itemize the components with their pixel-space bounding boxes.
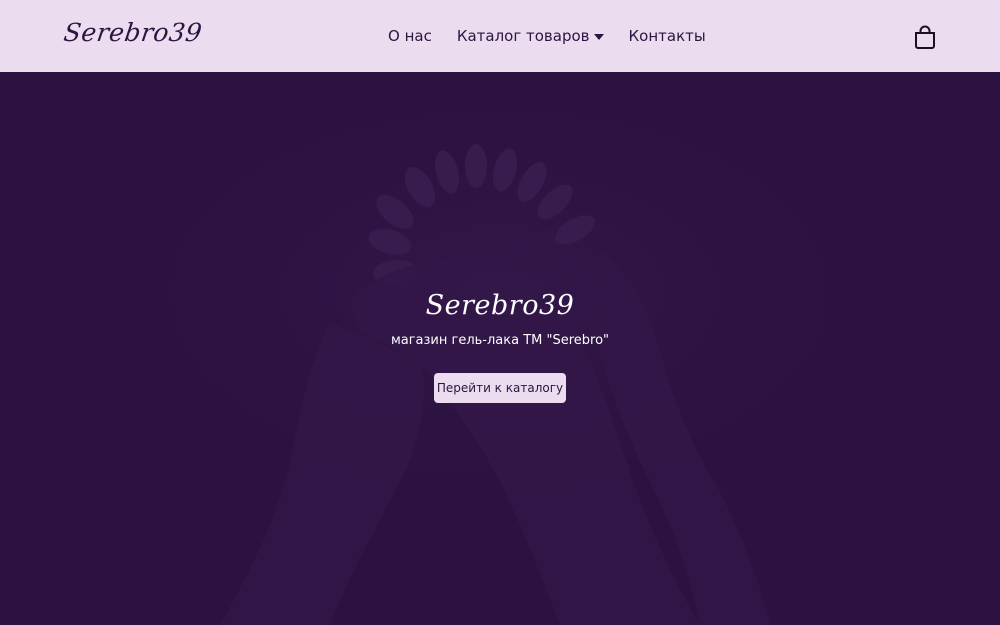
- caret-down-icon: [593, 33, 604, 40]
- nav-link-catalog-label: Каталог товаров: [456, 27, 590, 45]
- hero-title: Serebro39: [425, 290, 575, 321]
- navbar: Serebro39 О нас Каталог товаров Контакты: [0, 0, 1000, 72]
- go-to-catalog-button[interactable]: Перейти к каталогу: [434, 373, 566, 403]
- logo[interactable]: Serebro39: [62, 18, 204, 47]
- nav-link-about[interactable]: О нас: [388, 27, 432, 45]
- nav-link-contacts-label: Контакты: [628, 27, 706, 45]
- shopping-bag-icon[interactable]: [914, 25, 936, 49]
- hero-section: Serebro39 магазин гель-лака ТМ "Serebro"…: [0, 72, 1000, 625]
- hero-subtitle: магазин гель-лака ТМ "Serebro": [390, 333, 610, 348]
- nav-link-catalog-dropdown[interactable]: Каталог товаров: [457, 27, 604, 45]
- hero-overlay: [0, 72, 1000, 625]
- nav-link-about-label: О нас: [388, 27, 432, 45]
- nav-link-contacts[interactable]: Контакты: [629, 27, 706, 45]
- nav-links: О нас Каталог товаров Контакты: [388, 0, 731, 72]
